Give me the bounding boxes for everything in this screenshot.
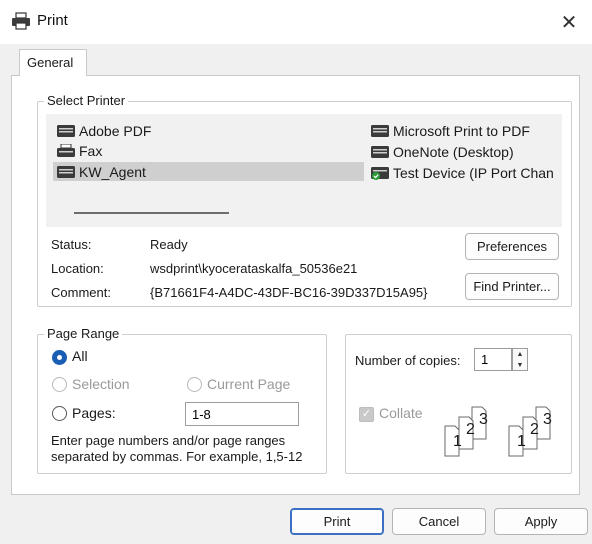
collate-digit-2a: 2: [466, 421, 475, 438]
page-range-hint-line2: separated by commas. For example, 1,5-12: [51, 449, 303, 464]
printer-label: Fax: [79, 142, 103, 159]
find-printer-button-label: Find Printer...: [473, 279, 551, 294]
radio-selection[interactable]: [52, 377, 67, 392]
printer-label: Test Device (IP Port Chan: [393, 164, 554, 181]
cancel-button-label: Cancel: [418, 514, 460, 529]
select-printer-legend: Select Printer: [44, 93, 129, 108]
printer-icon: [12, 12, 30, 30]
radio-current-page-label: Current Page: [207, 376, 291, 392]
collate-digit-1a: 1: [453, 433, 462, 450]
radio-pages[interactable]: [52, 406, 67, 421]
printer-item-fax[interactable]: Fax: [56, 141, 356, 160]
printer-item-test-device[interactable]: Test Device (IP Port Chan: [370, 163, 562, 182]
printer-item-onenote-desktop[interactable]: OneNote (Desktop): [370, 142, 562, 161]
copies-input[interactable]: [474, 348, 512, 371]
copies-spinner[interactable]: ▲ ▼: [512, 348, 528, 371]
apply-button-label: Apply: [524, 514, 558, 529]
page-range-hint: Enter page numbers and/or page ranges se…: [51, 433, 321, 465]
window-title: Print: [37, 12, 68, 29]
radio-current-page[interactable]: [187, 377, 202, 392]
tab-label: General: [27, 55, 74, 70]
status-value: Ready: [150, 237, 188, 252]
printer-label: Adobe PDF: [79, 122, 152, 139]
printer-icon: [57, 124, 75, 137]
printer-list[interactable]: Adobe PDF Fax KW_Agent Microsoft Print t…: [46, 114, 562, 227]
location-label: Location:: [51, 261, 104, 276]
printer-icon: [371, 124, 389, 137]
radio-all-label: All: [72, 348, 88, 364]
printer-icon: [371, 145, 389, 158]
title-bar: Print ✕: [0, 0, 592, 44]
radio-pages-label: Pages:: [72, 405, 116, 421]
pages-input[interactable]: [185, 402, 299, 426]
printer-label: KW_Agent: [79, 163, 146, 180]
collate-illustration: 1 2 3 1 2 3: [442, 405, 562, 457]
printer-item-kw-agent[interactable]: KW_Agent: [53, 162, 364, 181]
preferences-button-label: Preferences: [476, 239, 548, 254]
comment-value: {B71661F4-A4DC-43DF-BC16-39D337D15A95}: [150, 285, 428, 300]
collate-checkbox[interactable]: ✓: [359, 407, 374, 422]
printer-icon: [57, 165, 75, 178]
printer-default-icon: [371, 166, 389, 180]
collate-digit-1b: 1: [517, 433, 526, 450]
status-label: Status:: [51, 237, 92, 252]
spin-up-icon[interactable]: ▲: [513, 349, 527, 359]
find-printer-button[interactable]: Find Printer...: [465, 273, 559, 300]
close-button[interactable]: ✕: [546, 0, 592, 44]
comment-label: Comment:: [51, 285, 111, 300]
cancel-button[interactable]: Cancel: [392, 508, 486, 535]
page-range-legend: Page Range: [44, 326, 123, 341]
close-icon: ✕: [560, 11, 578, 34]
printer-label: Microsoft Print to PDF: [393, 122, 530, 139]
radio-selection-label: Selection: [72, 376, 130, 392]
collate-digit-3a: 3: [479, 411, 488, 428]
print-button-label: Print: [323, 514, 351, 529]
collate-label: Collate: [379, 405, 423, 421]
apply-button[interactable]: Apply: [494, 508, 588, 535]
printer-list-scrollbar[interactable]: [74, 212, 229, 214]
location-value: wsdprint\kyocerataskalfa_50536e21: [150, 261, 358, 276]
tab-general[interactable]: General: [19, 49, 87, 76]
radio-all[interactable]: [52, 350, 67, 365]
spin-down-icon[interactable]: ▼: [513, 360, 527, 370]
printer-item-microsoft-print-to-pdf[interactable]: Microsoft Print to PDF: [370, 121, 562, 140]
fax-icon: [57, 143, 75, 157]
collate-digit-2b: 2: [530, 421, 539, 438]
collate-digit-3b: 3: [543, 411, 552, 428]
print-button[interactable]: Print: [290, 508, 384, 535]
preferences-button[interactable]: Preferences: [465, 233, 559, 260]
page-range-hint-line1: Enter page numbers and/or page ranges: [51, 433, 286, 448]
printer-item-adobe-pdf[interactable]: Adobe PDF: [56, 121, 356, 140]
printer-label: OneNote (Desktop): [393, 143, 514, 160]
copies-label: Number of copies:: [355, 353, 461, 368]
